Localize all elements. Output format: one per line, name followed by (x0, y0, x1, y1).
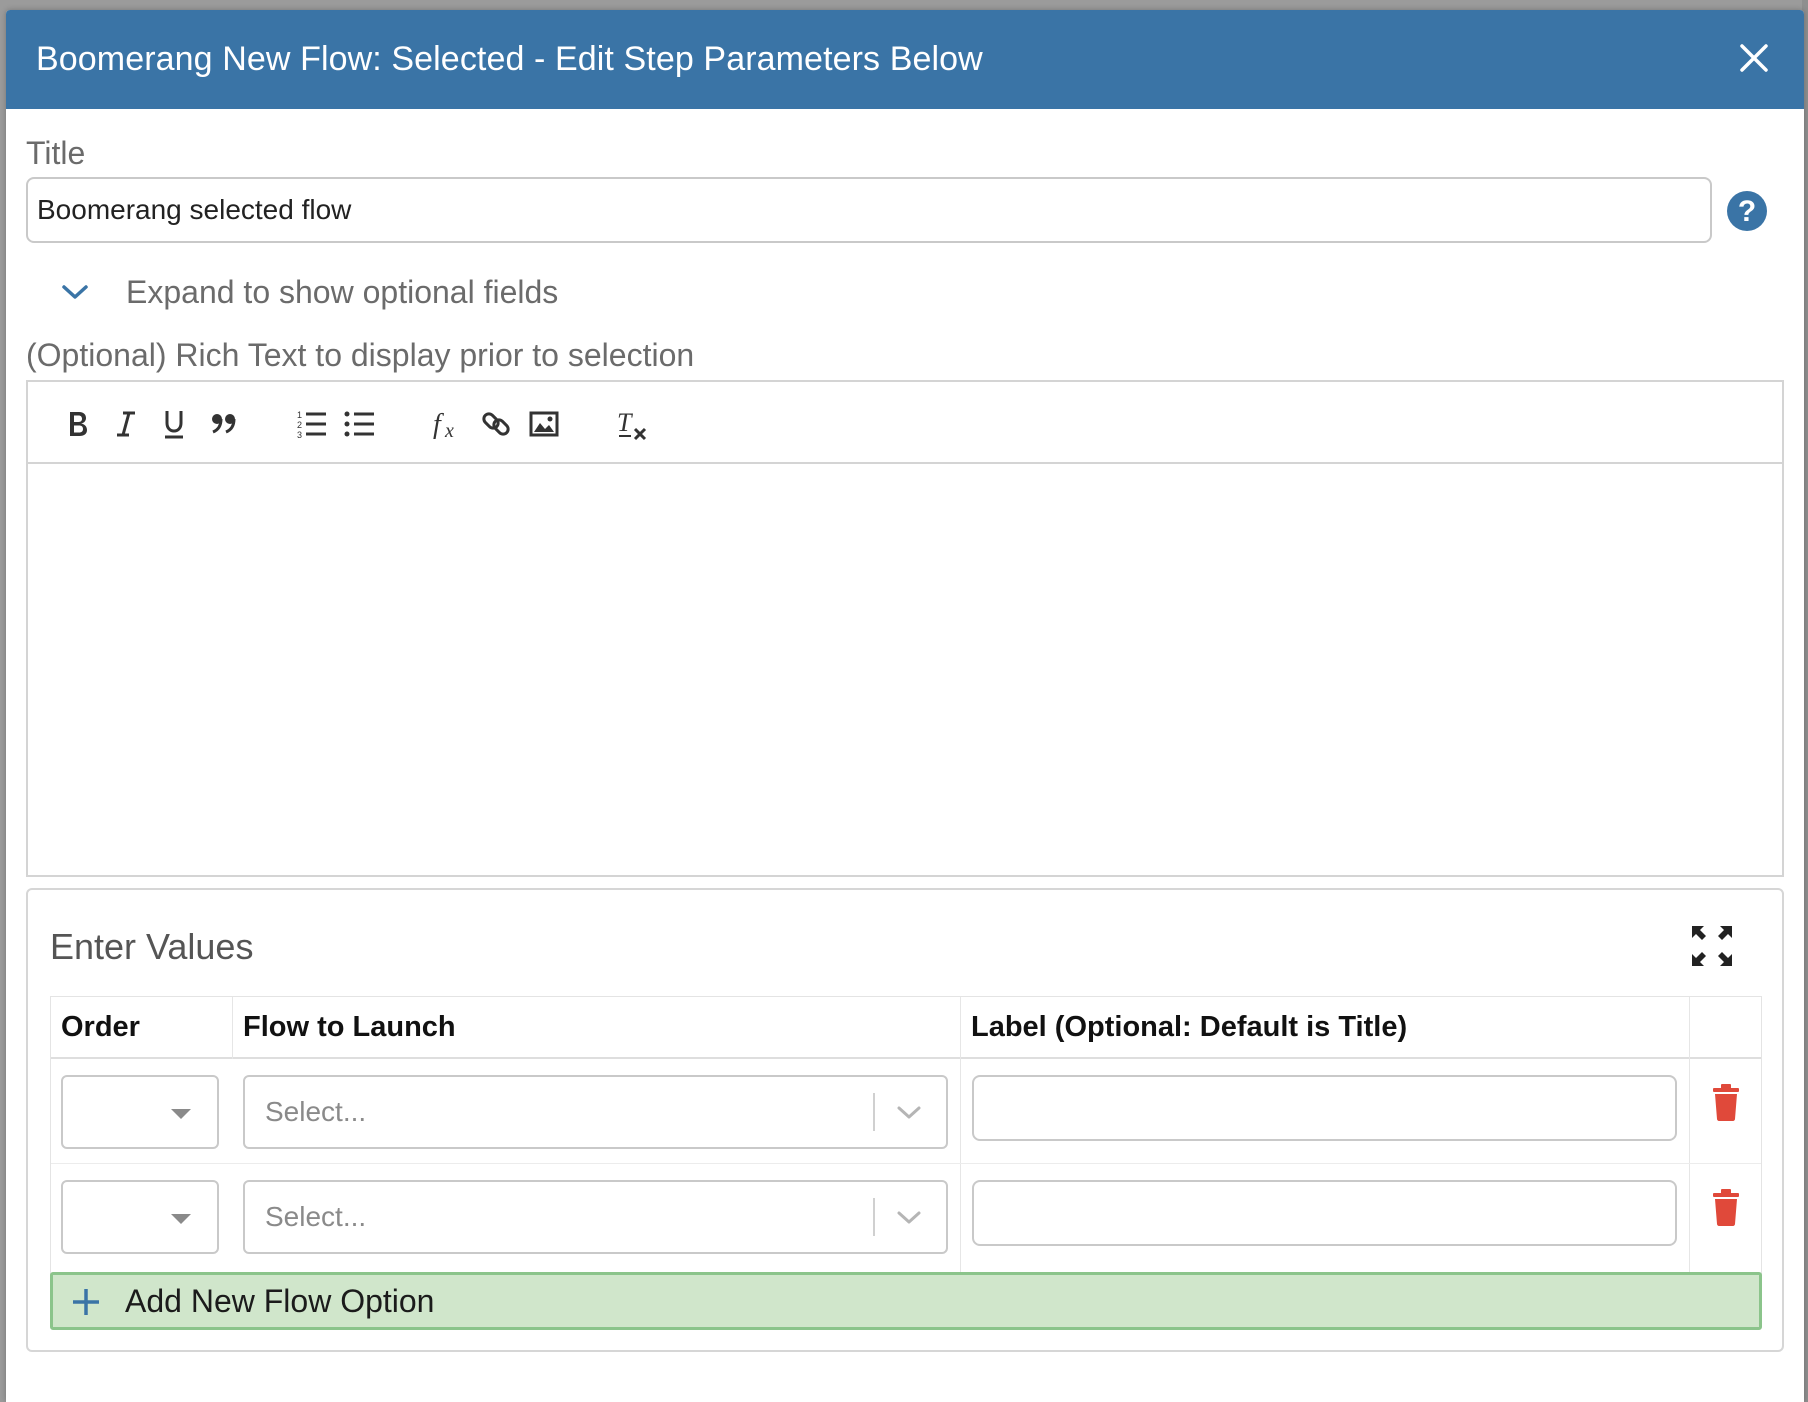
dialog-title: Boomerang New Flow: Selected - Edit Step… (36, 40, 983, 78)
help-icon[interactable]: ? (1726, 190, 1768, 232)
column-divider (232, 997, 233, 1059)
svg-text:x: x (444, 420, 454, 441)
order-select[interactable] (61, 1075, 219, 1149)
table-row: Select... (51, 1059, 1761, 1163)
add-new-flow-option-button[interactable]: Add New Flow Option (50, 1272, 1762, 1330)
svg-text:2: 2 (297, 420, 302, 430)
expand-optional-fields-toggle[interactable]: Expand to show optional fields (60, 268, 558, 316)
select-divider (873, 1198, 875, 1236)
svg-text:?: ? (1738, 195, 1756, 228)
caret-down-icon (171, 1214, 191, 1224)
flow-to-launch-select[interactable]: Select... (243, 1075, 948, 1149)
underline-icon[interactable] (154, 404, 194, 444)
flow-select-placeholder: Select... (265, 1201, 367, 1232)
svg-text:f: f (433, 409, 444, 440)
link-icon[interactable] (476, 404, 516, 444)
select-divider (873, 1093, 875, 1131)
fullscreen-icon[interactable] (1690, 924, 1734, 968)
trash-icon[interactable] (1711, 1188, 1741, 1226)
rich-text-editor: 1 2 3 f x T (26, 380, 1784, 877)
title-label: Title (26, 135, 86, 171)
editor-content-area[interactable] (28, 464, 1782, 875)
column-header-label: Label (Optional: Default is Title) (971, 1011, 1408, 1043)
label-input[interactable] (972, 1180, 1677, 1246)
bold-icon[interactable] (58, 404, 98, 444)
image-icon[interactable] (524, 404, 564, 444)
flow-to-launch-select[interactable]: Select... (243, 1180, 948, 1254)
flow-select-placeholder: Select... (265, 1096, 367, 1127)
column-header-order: Order (61, 1011, 140, 1043)
add-new-flow-option-label: Add New Flow Option (125, 1283, 435, 1319)
chevron-down-icon (897, 1106, 921, 1119)
flow-options-table: Order Flow to Launch Label (Optional: De… (50, 996, 1762, 1277)
svg-text:3: 3 (297, 430, 302, 439)
chevron-down-icon (62, 285, 88, 299)
svg-text:T: T (617, 408, 633, 437)
title-input[interactable] (26, 177, 1712, 243)
trash-icon[interactable] (1711, 1083, 1741, 1121)
chevron-down-icon (897, 1211, 921, 1224)
label-input[interactable] (972, 1075, 1677, 1141)
dialog-header: Boomerang New Flow: Selected - Edit Step… (6, 10, 1804, 109)
blockquote-icon[interactable] (204, 404, 244, 444)
order-select[interactable] (61, 1180, 219, 1254)
formula-icon[interactable]: f x (428, 404, 468, 444)
plus-icon (73, 1289, 99, 1315)
svg-text:1: 1 (297, 410, 302, 420)
column-header-flow: Flow to Launch (243, 1011, 456, 1043)
table-header: Order Flow to Launch Label (Optional: De… (51, 997, 1761, 1059)
editor-toolbar: 1 2 3 f x T (28, 382, 1782, 464)
numbered-list-icon[interactable]: 1 2 3 (292, 404, 332, 444)
italic-icon[interactable] (106, 404, 146, 444)
rich-text-label: (Optional) Rich Text to display prior to… (26, 337, 695, 373)
enter-values-title: Enter Values (50, 926, 254, 967)
expand-optional-fields-label: Expand to show optional fields (126, 273, 559, 310)
edit-step-dialog: Boomerang New Flow: Selected - Edit Step… (6, 10, 1804, 1402)
clear-format-icon[interactable]: T (612, 404, 652, 444)
table-row: Select... (51, 1163, 1761, 1267)
enter-values-panel: Enter Values Order Flow to Launch Label … (26, 888, 1784, 1352)
caret-down-icon (171, 1109, 191, 1119)
close-icon[interactable] (1734, 38, 1774, 78)
bulleted-list-icon[interactable] (340, 404, 380, 444)
